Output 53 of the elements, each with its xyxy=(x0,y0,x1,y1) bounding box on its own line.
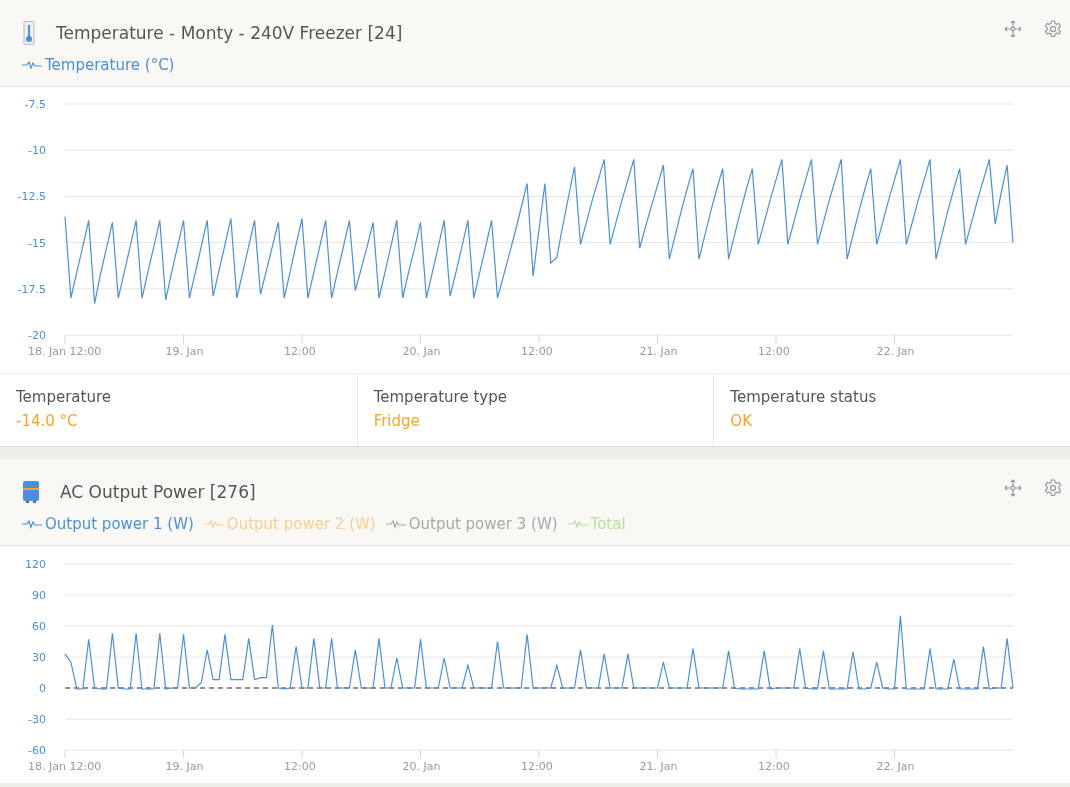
x-axis-label: 19. Jan xyxy=(165,760,204,773)
x-axis-label: 12:00 xyxy=(284,760,316,773)
y-axis-label: 60 xyxy=(32,620,46,633)
settings-icon[interactable] xyxy=(1044,20,1062,38)
stat-label: Temperature xyxy=(16,388,113,406)
x-axis-label: 18. Jan 12:00 xyxy=(28,760,102,773)
x-axis-label: 21. Jan xyxy=(639,760,678,773)
x-axis-label: 19. Jan xyxy=(165,345,204,358)
panel-title: AC Output Power [276] xyxy=(60,482,256,502)
x-axis-label: 20. Jan xyxy=(402,760,441,773)
stat-label: Temperature status xyxy=(730,388,878,406)
thermometer-icon xyxy=(22,21,36,45)
legend-item[interactable]: Total xyxy=(567,515,626,533)
y-axis-label: -20 xyxy=(28,329,46,342)
x-axis-label: 20. Jan xyxy=(402,345,441,358)
legend-item[interactable]: Output power 3 (W) xyxy=(385,515,558,533)
stat-value: Fridge xyxy=(373,412,421,430)
line-icon xyxy=(22,60,42,70)
x-axis-label: 21. Jan xyxy=(639,345,678,358)
settings-icon[interactable] xyxy=(1044,479,1062,497)
y-axis-label: -60 xyxy=(28,744,46,757)
x-axis-label: 22. Jan xyxy=(876,345,915,358)
line-icon xyxy=(385,519,406,529)
y-axis-label: -30 xyxy=(28,713,46,726)
y-axis-label: -10 xyxy=(28,144,46,158)
stat-label: Temperature type xyxy=(373,388,508,406)
x-axis-label: 22. Jan xyxy=(876,760,915,773)
y-axis-label: -7.5 xyxy=(24,98,46,111)
x-axis-label: 12:00 xyxy=(758,760,790,773)
line-icon xyxy=(22,519,42,529)
line-icon xyxy=(203,519,224,529)
move-icon[interactable] xyxy=(1004,20,1022,38)
y-axis-label: 0 xyxy=(39,682,46,695)
legend-item[interactable]: Temperature (°C) xyxy=(22,56,175,74)
x-axis-label: 12:00 xyxy=(758,345,790,358)
y-axis-label: 90 xyxy=(32,589,46,602)
line-icon xyxy=(567,519,588,529)
x-axis-label: 12:00 xyxy=(284,345,316,358)
panel-title: Temperature - Monty - 240V Freezer [24] xyxy=(56,23,403,43)
y-axis-label: -15 xyxy=(28,236,46,250)
y-axis-label: 30 xyxy=(32,651,46,664)
stat-value: -14.0 °C xyxy=(16,412,79,430)
move-icon[interactable] xyxy=(1004,479,1022,497)
legend-item[interactable]: Output power 1 (W) xyxy=(22,515,194,533)
x-axis-label: 12:00 xyxy=(521,345,553,358)
y-axis-label: -12.5 xyxy=(17,190,46,204)
y-axis-label: 120 xyxy=(25,558,46,571)
x-axis-label: 18. Jan 12:00 xyxy=(28,345,102,358)
y-axis-label: -17.5 xyxy=(17,282,46,296)
x-axis-label: 12:00 xyxy=(521,760,553,773)
inverter-icon xyxy=(22,480,40,504)
stat-value: OK xyxy=(730,412,753,430)
legend-item[interactable]: Output power 2 (W) xyxy=(203,515,376,533)
